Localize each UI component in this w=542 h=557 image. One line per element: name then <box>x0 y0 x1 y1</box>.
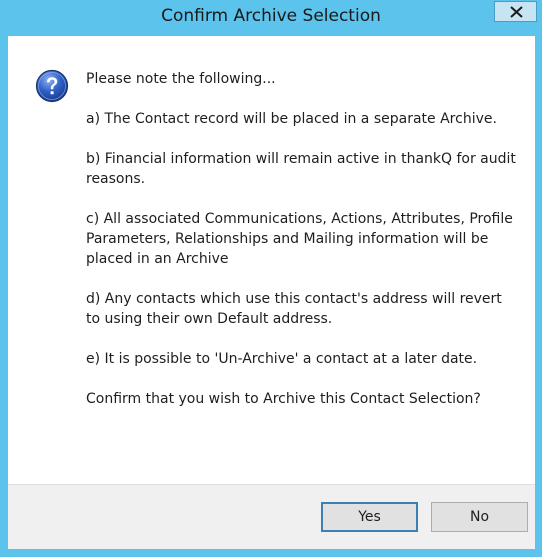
close-icon <box>510 6 523 18</box>
point-a-text: a) The Contact record will be placed in … <box>86 111 497 127</box>
yes-button[interactable]: Yes <box>321 502 418 532</box>
point-e-text: e) It is possible to 'Un-Archive' a cont… <box>86 351 478 367</box>
confirm-question-text: Confirm that you wish to Archive this Co… <box>86 391 481 407</box>
question-icon <box>35 69 69 103</box>
intro-text: Please note the following... <box>86 71 276 87</box>
button-bar: Yes No <box>8 484 535 549</box>
window-title: Confirm Archive Selection <box>161 6 381 26</box>
point-d-text: d) Any contacts which use this contact's… <box>86 291 502 327</box>
confirm-archive-dialog: Confirm Archive Selection Please note th… <box>0 0 542 557</box>
close-button[interactable] <box>494 1 537 22</box>
no-button[interactable]: No <box>431 502 528 532</box>
point-c-text: c) All associated Communications, Action… <box>86 211 513 267</box>
title-bar[interactable]: Confirm Archive Selection <box>0 0 542 36</box>
dialog-body: Please note the following... a) The Cont… <box>8 36 535 549</box>
point-b-text: b) Financial information will remain act… <box>86 151 516 187</box>
